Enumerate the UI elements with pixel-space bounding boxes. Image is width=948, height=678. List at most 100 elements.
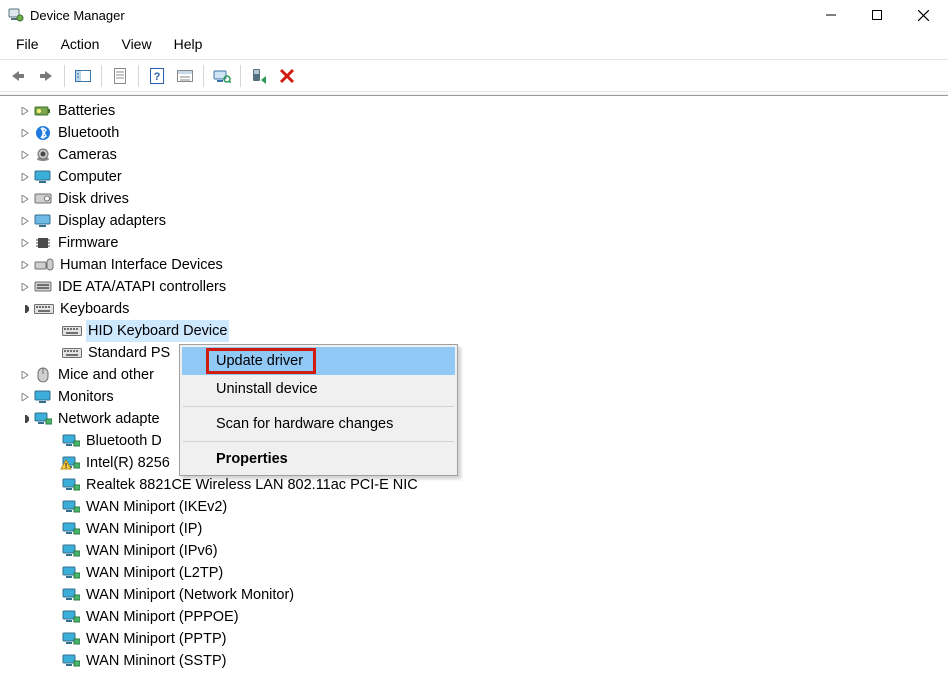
toolbar-separator xyxy=(64,65,65,87)
expand-icon[interactable] xyxy=(18,236,32,250)
network-icon xyxy=(62,521,80,537)
minimize-button[interactable] xyxy=(808,0,854,30)
context-menu-update-driver[interactable]: Update driver xyxy=(182,347,455,375)
tree-category-ide[interactable]: IDE ATA/ATAPI controllers xyxy=(0,276,948,298)
tree-label: WAN Miniport (PPTP) xyxy=(84,628,228,650)
close-button[interactable] xyxy=(900,0,946,30)
context-menu-properties[interactable]: Properties xyxy=(182,445,455,473)
window-title: Device Manager xyxy=(30,8,808,23)
network-icon xyxy=(62,543,80,559)
network-icon xyxy=(62,565,80,581)
context-menu-separator xyxy=(183,441,454,442)
tree-category-monitors[interactable]: Monitors xyxy=(0,386,948,408)
tree-category-mice[interactable]: Mice and other xyxy=(0,364,948,386)
menu-help[interactable]: Help xyxy=(164,32,213,56)
forward-button[interactable] xyxy=(32,63,60,89)
toolbar: ? xyxy=(0,60,948,92)
title-bar: Device Manager xyxy=(0,0,948,30)
tree-device-wan-ip[interactable]: WAN Miniport (IP) xyxy=(0,518,948,540)
tree-device-hid-keyboard[interactable]: HID Keyboard Device xyxy=(0,320,948,342)
expand-icon[interactable] xyxy=(18,258,32,272)
toolbar-separator xyxy=(138,65,139,87)
collapse-icon[interactable] xyxy=(18,302,32,316)
tree-label: WAN Miniport (IKEv2) xyxy=(84,496,229,518)
svg-text:!: ! xyxy=(65,463,67,470)
tree-device-wan-monitor[interactable]: WAN Miniport (Network Monitor) xyxy=(0,584,948,606)
tree-category-bluetooth[interactable]: Bluetooth xyxy=(0,122,948,144)
tree-label: Computer xyxy=(56,166,124,188)
tree-label: Cameras xyxy=(56,144,119,166)
tree-device-wan-pptp[interactable]: WAN Miniport (PPTP) xyxy=(0,628,948,650)
tree-device-wan-l2tp[interactable]: WAN Miniport (L2TP) xyxy=(0,562,948,584)
expand-icon[interactable] xyxy=(18,104,32,118)
tree-label: HID Keyboard Device xyxy=(86,320,229,342)
tree-category-hid[interactable]: Human Interface Devices xyxy=(0,254,948,276)
tree-device-standard-ps-keyboard[interactable]: Standard PS xyxy=(0,342,948,364)
expand-icon[interactable] xyxy=(18,170,32,184)
tree-label: WAN Mininort (SSTP) xyxy=(84,650,228,672)
expand-icon[interactable] xyxy=(18,192,32,206)
back-button[interactable] xyxy=(4,63,32,89)
monitor-icon xyxy=(34,389,52,405)
tree-device-wan-sstp[interactable]: WAN Mininort (SSTP) xyxy=(0,650,948,672)
tree-category-computer[interactable]: Computer xyxy=(0,166,948,188)
battery-icon xyxy=(34,103,52,119)
tree-category-cameras[interactable]: Cameras xyxy=(0,144,948,166)
menu-file[interactable]: File xyxy=(6,32,49,56)
toolbar-separator xyxy=(240,65,241,87)
monitor-icon xyxy=(34,169,52,185)
keyboard-icon xyxy=(34,301,54,317)
collapse-icon[interactable] xyxy=(18,412,32,426)
tree-category-display-adapters[interactable]: Display adapters xyxy=(0,210,948,232)
context-menu-uninstall-device[interactable]: Uninstall device xyxy=(182,375,455,403)
tree-device-intel-adapter[interactable]: ! Intel(R) 8256 xyxy=(0,452,948,474)
properties-button[interactable] xyxy=(106,63,134,89)
expand-icon[interactable] xyxy=(18,126,32,140)
tree-label: Firmware xyxy=(56,232,120,254)
expand-icon[interactable] xyxy=(18,368,32,382)
tree-device-wan-ikev2[interactable]: WAN Miniport (IKEv2) xyxy=(0,496,948,518)
tree-label: IDE ATA/ATAPI controllers xyxy=(56,276,228,298)
show-hide-console-tree-button[interactable] xyxy=(69,63,97,89)
expand-icon[interactable] xyxy=(18,148,32,162)
tree-category-batteries[interactable]: Batteries xyxy=(0,100,948,122)
disk-icon xyxy=(34,191,52,207)
tree-label: Human Interface Devices xyxy=(58,254,225,276)
menu-action[interactable]: Action xyxy=(51,32,110,56)
context-menu-scan-hardware[interactable]: Scan for hardware changes xyxy=(182,410,455,438)
tree-device-bluetooth-adapter[interactable]: Bluetooth D xyxy=(0,430,948,452)
action-list-button[interactable] xyxy=(171,63,199,89)
warning-overlay-icon: ! xyxy=(60,459,72,471)
uninstall-device-button[interactable] xyxy=(273,63,301,89)
device-tree[interactable]: Batteries Bluetooth Cameras Computer Dis… xyxy=(0,96,948,672)
enable-device-button[interactable] xyxy=(245,63,273,89)
tree-label: Monitors xyxy=(56,386,116,408)
ide-icon xyxy=(34,279,52,295)
keyboard-icon xyxy=(62,345,82,361)
menu-view[interactable]: View xyxy=(111,32,161,56)
scan-hardware-button[interactable] xyxy=(208,63,236,89)
expand-icon[interactable] xyxy=(18,214,32,228)
network-icon xyxy=(62,499,80,515)
tree-category-keyboards[interactable]: Keyboards xyxy=(0,298,948,320)
tree-device-wan-pppoe[interactable]: WAN Miniport (PPPOE) xyxy=(0,606,948,628)
tree-device-wan-ipv6[interactable]: WAN Miniport (IPv6) xyxy=(0,540,948,562)
tree-category-network-adapters[interactable]: Network adapte xyxy=(0,408,948,430)
tree-label: Mice and other xyxy=(56,364,156,386)
camera-icon xyxy=(34,147,52,163)
help-button[interactable]: ? xyxy=(143,63,171,89)
network-icon xyxy=(62,587,80,603)
tree-label: WAN Miniport (L2TP) xyxy=(84,562,225,584)
tree-device-realtek-adapter[interactable]: Realtek 8821CE Wireless LAN 802.11ac PCI… xyxy=(0,474,948,496)
maximize-button[interactable] xyxy=(854,0,900,30)
tree-category-firmware[interactable]: Firmware xyxy=(0,232,948,254)
display-adapter-icon xyxy=(34,213,52,229)
network-icon xyxy=(62,631,80,647)
network-icon xyxy=(62,477,80,493)
expand-icon[interactable] xyxy=(18,280,32,294)
keyboard-icon xyxy=(62,323,82,339)
tree-label: WAN Miniport (Network Monitor) xyxy=(84,584,296,606)
tree-category-disk-drives[interactable]: Disk drives xyxy=(0,188,948,210)
expand-icon[interactable] xyxy=(18,390,32,404)
tree-label: Bluetooth D xyxy=(84,430,164,452)
